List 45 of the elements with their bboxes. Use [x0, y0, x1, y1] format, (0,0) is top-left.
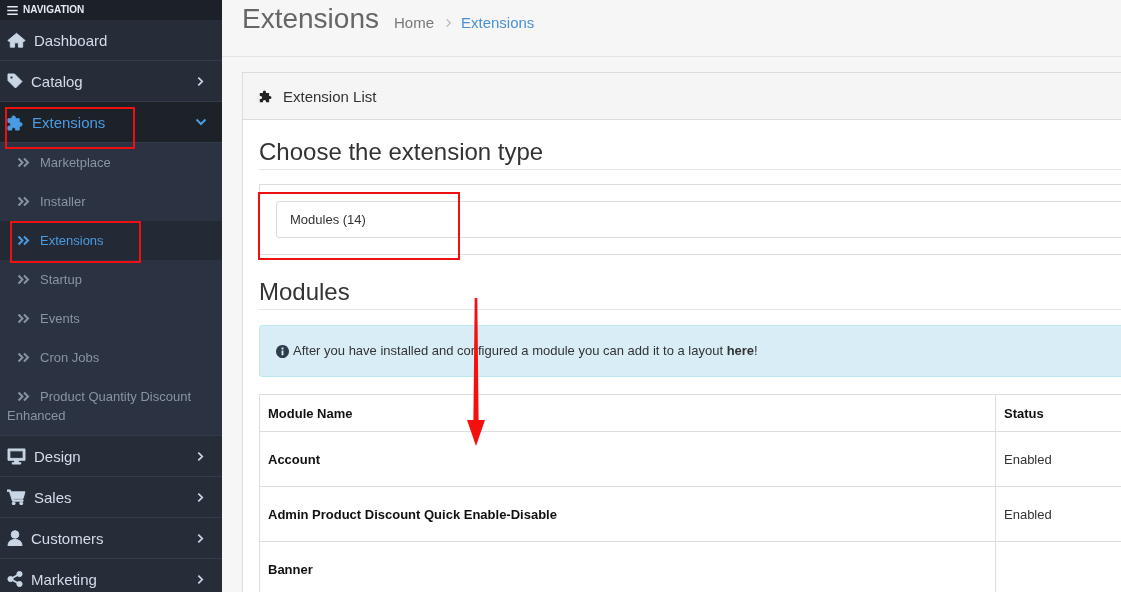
monitor-icon	[7, 447, 26, 465]
table-cell: Banner	[259, 541, 996, 592]
submenu-item[interactable]: Installer	[0, 182, 222, 221]
breadcrumb-link[interactable]: Extensions	[461, 14, 535, 31]
user-icon	[7, 530, 23, 546]
double-chevron-icon	[17, 157, 30, 168]
table-cell: Admin Product Discount Quick Enable-Disable	[259, 486, 996, 542]
double-chevron-icon	[17, 196, 30, 207]
menu-item[interactable]: Customers	[0, 518, 222, 559]
double-chevron-icon	[17, 313, 30, 324]
double-chevron-icon	[17, 352, 30, 363]
column-header: Status	[995, 394, 1121, 432]
menu-item[interactable]: Dashboard	[0, 20, 222, 61]
column-header: Module Name	[259, 394, 996, 432]
type-select[interactable]: Modules (14)	[276, 201, 1121, 238]
section-heading: Modules	[259, 277, 1121, 310]
menu-item[interactable]: Design	[0, 436, 222, 477]
submenu-item[interactable]: Product Quantity Discount Enhanced	[0, 377, 222, 435]
table-cell: Account	[259, 431, 996, 487]
menu-item[interactable]: Catalog	[0, 61, 222, 102]
double-chevron-icon	[17, 274, 30, 285]
menu-item[interactable]: Marketing	[0, 559, 222, 592]
submenu-item[interactable]: Events	[0, 299, 222, 338]
info-icon	[276, 344, 289, 358]
cart-icon	[7, 489, 26, 505]
submenu-item[interactable]: Marketplace	[0, 143, 222, 182]
nav-title: NAVIGATION	[23, 4, 85, 16]
puzzle-icon	[7, 113, 24, 131]
double-chevron-icon	[17, 235, 30, 246]
section-heading: Choose the extension type	[259, 137, 1121, 170]
chevron-right-icon	[445, 18, 452, 28]
submenu-item[interactable]: Extensions	[0, 221, 222, 260]
double-chevron-icon	[17, 391, 30, 402]
menu-item[interactable]: Sales	[0, 477, 222, 518]
home-icon	[7, 32, 26, 48]
panel-title: Extension List	[283, 87, 377, 105]
menu-icon	[7, 5, 18, 15]
submenu-item[interactable]: Cron Jobs	[0, 338, 222, 377]
page-title: Extensions	[242, 2, 379, 36]
tag-icon	[7, 73, 23, 89]
breadcrumb-link[interactable]: Home	[393, 14, 434, 31]
submenu-item[interactable]: Startup	[0, 260, 222, 299]
puzzle-icon	[259, 89, 273, 103]
menu-item[interactable]: Extensions	[0, 102, 222, 143]
share-icon	[7, 571, 23, 587]
